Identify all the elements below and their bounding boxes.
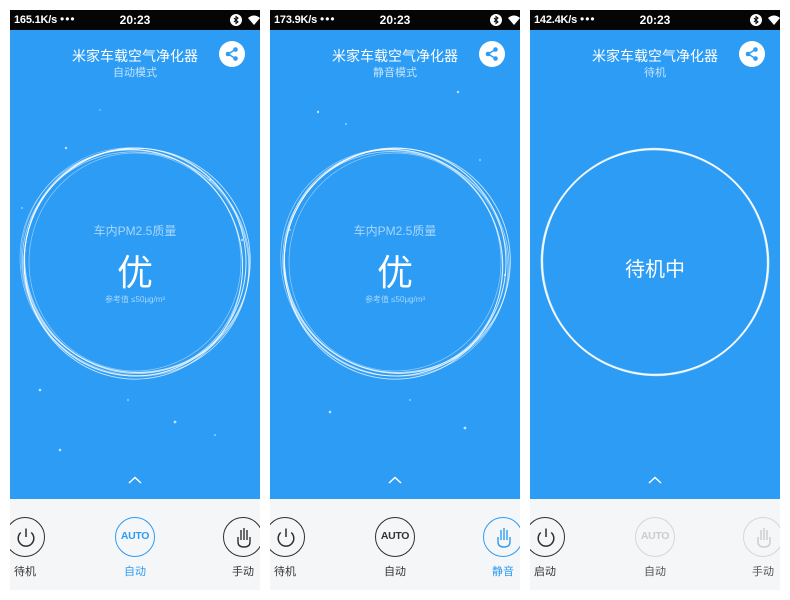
auto-mode-label: 自动: [384, 566, 406, 578]
standby-label: 待机: [274, 566, 296, 578]
power-icon: [277, 528, 295, 547]
chevron-up-icon[interactable]: [645, 474, 665, 486]
chevron-up-icon[interactable]: [125, 474, 145, 486]
auto-icon: AUTO: [640, 530, 670, 542]
auto-mode-button-disabled: AUTO: [635, 517, 675, 557]
hand-icon: [757, 528, 771, 548]
reference-value: 参考值 ≤50μg/m³: [364, 295, 426, 304]
air-quality-value: 优: [376, 253, 413, 294]
mode-controls: 启动 AUTO 自动 手动: [530, 499, 780, 590]
hand-icon: [237, 528, 251, 548]
manual-mode-label: 手动: [752, 566, 774, 578]
power-icon: [17, 528, 35, 547]
pm25-label: 车内PM2.5质量: [93, 224, 177, 238]
start-label: 启动: [534, 566, 556, 578]
power-icon: [537, 528, 555, 547]
standby-label: 待机: [14, 566, 36, 578]
standby-button[interactable]: [270, 517, 305, 557]
standby-button[interactable]: [10, 517, 45, 557]
hand-icon: [497, 528, 511, 548]
reference-value: 参考值 ≤50μg/m³: [104, 295, 166, 304]
start-button[interactable]: [530, 517, 565, 557]
silent-mode-button[interactable]: [483, 517, 520, 557]
screen-standby: 142.4K/s ••• 20:23 米家车载空气净化器 待机 待机中 启动 A…: [530, 10, 780, 590]
standby-ring: [540, 147, 770, 377]
auto-mode-button[interactable]: AUTO: [375, 517, 415, 557]
manual-mode-label: 手动: [232, 566, 254, 578]
chevron-up-icon[interactable]: [385, 474, 405, 486]
auto-mode-label: 自动: [644, 566, 666, 578]
air-quality-value: 优: [116, 253, 153, 294]
screen-auto-mode: 165.1K/s ••• 20:23 米家车载空气净化器 自动模式 车内PM2.…: [10, 10, 260, 590]
auto-icon: AUTO: [380, 530, 410, 542]
auto-icon: AUTO: [120, 530, 150, 542]
manual-mode-button[interactable]: [223, 517, 260, 557]
mode-controls: 待机 AUTO 自动 静音: [270, 499, 520, 590]
auto-mode-button[interactable]: AUTO: [115, 517, 155, 557]
manual-mode-button-disabled: [743, 517, 780, 557]
screen-silent-mode: 173.9K/s ••• 20:23 米家车载空气净化器 静音模式 车内PM2.…: [270, 10, 520, 590]
auto-mode-label: 自动: [124, 566, 146, 578]
silent-mode-label: 静音: [492, 566, 514, 578]
mode-controls: 待机 AUTO 自动 手动: [10, 499, 260, 590]
pm25-label: 车内PM2.5质量: [353, 224, 437, 238]
standby-status: 待机中: [625, 257, 685, 281]
